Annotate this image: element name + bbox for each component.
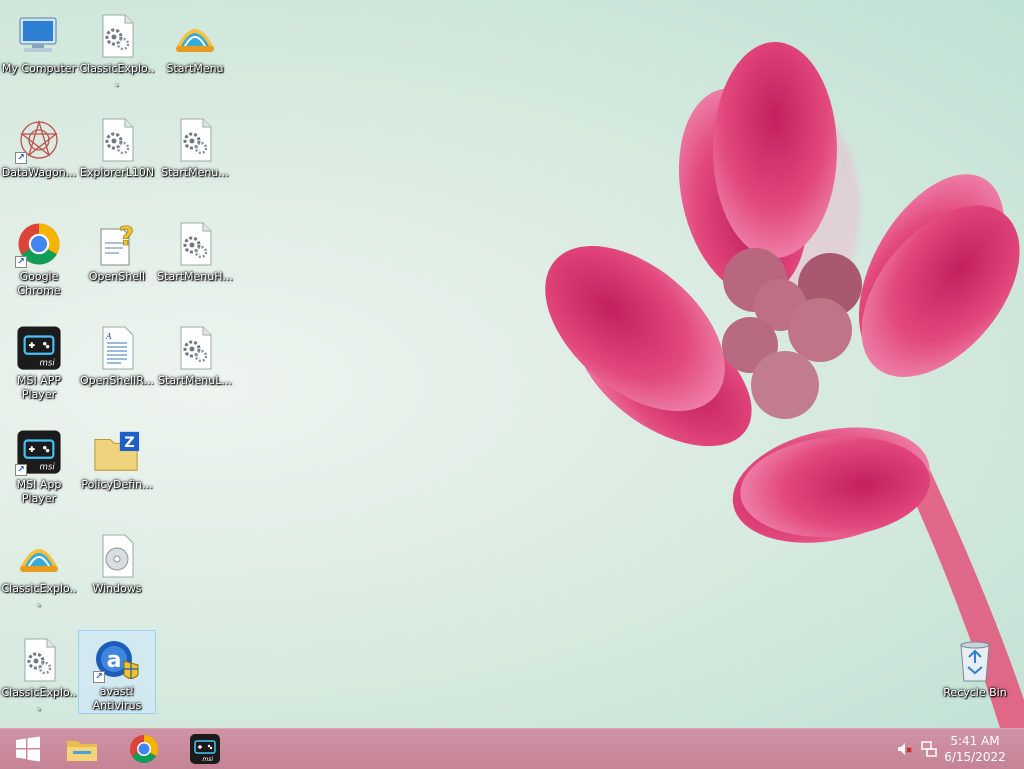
taskbar: msi 5:41 AM 6/15/2022: [0, 728, 1024, 769]
shortcut-arrow-icon: ↗: [15, 152, 27, 164]
desktop-icon-label: StartMenuL...: [158, 374, 232, 387]
svg-text:msi: msi: [202, 756, 213, 763]
desktop-icon-help-file[interactable]: ? OpenShell: [78, 214, 156, 298]
desktop-icon-label: ClassicExplo...: [79, 62, 155, 89]
svg-text:msi: msi: [40, 462, 56, 472]
taskbar-file-explorer[interactable]: [54, 729, 110, 769]
desktop-icon-label: OpenShell: [88, 270, 146, 283]
taskbar-msi-app-player[interactable]: msi: [177, 729, 233, 769]
desktop-icon-settings-file[interactable]: ExplorerL10N: [78, 110, 156, 194]
chrome-icon: [130, 735, 158, 763]
svg-text:a: a: [107, 648, 122, 673]
desktop-icon-label: MSI APP Player: [16, 374, 61, 401]
shortcut-arrow-icon: ↗: [93, 671, 105, 683]
desktop-icon-disc-image[interactable]: Windows: [78, 526, 156, 610]
svg-text:?: ?: [119, 222, 134, 252]
desktop-icon-zip-folder[interactable]: Z PolicyDefin...: [78, 422, 156, 506]
folder-icon: [67, 741, 97, 761]
desktop-icon-shell[interactable]: ClassicExplo...: [0, 526, 78, 610]
desktop-icon-label: StartMenu: [166, 62, 224, 75]
msi-icon: msi: [15, 324, 63, 372]
desktop-icon-msi[interactable]: msi ↗ MSI App Player: [0, 422, 78, 506]
desktop-icon-document[interactable]: A OpenShellR...: [78, 318, 156, 402]
svg-text:msi: msi: [40, 358, 56, 368]
desktop[interactable]: My Computer ClassicExplo... StartMenu ↗ Data…: [0, 0, 1024, 728]
settings-file-icon: [93, 12, 141, 60]
desktop-icon-label: PolicyDefin...: [81, 478, 153, 491]
svg-text:A: A: [105, 332, 112, 341]
desktop-icon-label: OpenShellR...: [80, 374, 154, 387]
desktop-icon-label: avast! Antivirus: [92, 685, 142, 712]
desktop-icon-label: ClassicExplo...: [1, 582, 77, 609]
desktop-icon-msi[interactable]: msi MSI APP Player: [0, 318, 78, 402]
desktop-icon-label: ExplorerL10N: [79, 166, 155, 179]
network-icon[interactable]: [921, 741, 937, 757]
start-button[interactable]: [0, 729, 56, 769]
desktop-icon-avast[interactable]: a ↗ avast! Antivirus: [78, 630, 156, 714]
recycle-bin-icon: [951, 636, 999, 684]
taskbar-clock[interactable]: 5:41 AM 6/15/2022: [940, 733, 1010, 765]
desktop-icon-chrome[interactable]: ↗ Google Chrome: [0, 214, 78, 298]
volume-muted-icon[interactable]: [896, 741, 912, 757]
desktop-icon-label: Google Chrome: [17, 270, 61, 297]
help-file-icon: ?: [93, 220, 141, 268]
desktop-icon-label: MSI App Player: [16, 478, 62, 505]
desktop-icon-label: Windows: [92, 582, 142, 595]
clock-date: 6/15/2022: [944, 750, 1006, 764]
desktop-icon-shell[interactable]: StartMenu: [156, 6, 234, 90]
taskbar-google-chrome[interactable]: [116, 729, 172, 769]
clock-time: 5:41 AM: [950, 734, 1000, 748]
desktop-icon-datawagon[interactable]: ↗ DataWagon...: [0, 110, 78, 194]
disc-image-icon: [93, 532, 141, 580]
desktop-icon-label: DataWagon...: [1, 166, 77, 179]
shell-icon: [171, 12, 219, 60]
datawagon-icon: ↗: [15, 116, 63, 164]
desktop-icon-recycle-bin[interactable]: Recycle Bin: [936, 630, 1014, 714]
settings-file-icon: [171, 324, 219, 372]
desktop-icon-label: StartMenuH...: [157, 270, 233, 283]
settings-file-icon: [93, 116, 141, 164]
shortcut-arrow-icon: ↗: [15, 464, 27, 476]
desktop-icon-settings-file[interactable]: StartMenu...: [156, 110, 234, 194]
desktop-icon-settings-file[interactable]: ClassicExplo...: [78, 6, 156, 90]
windows-logo-icon: [16, 736, 40, 762]
document-icon: A: [93, 324, 141, 372]
desktop-icon-label: My Computer: [1, 62, 77, 75]
desktop-icon-label: Recycle Bin: [943, 686, 1007, 699]
desktop-icon-label: ClassicExplo...: [1, 686, 77, 713]
desktop-icon-settings-file[interactable]: StartMenuH...: [156, 214, 234, 298]
zip-folder-icon: Z: [93, 428, 141, 476]
msi-icon: msi: [190, 734, 220, 764]
desktop-icon-label: StartMenu...: [161, 166, 229, 179]
msi-icon: msi ↗: [15, 428, 63, 476]
chrome-icon: ↗: [15, 220, 63, 268]
svg-text:Z: Z: [124, 435, 134, 451]
avast-icon: a ↗: [93, 637, 141, 683]
desktop-icon-settings-file[interactable]: StartMenuL...: [156, 318, 234, 402]
settings-file-icon: [171, 220, 219, 268]
settings-file-icon: [171, 116, 219, 164]
computer-icon: [15, 12, 63, 60]
shell-icon: [15, 532, 63, 580]
settings-file-icon: [15, 636, 63, 684]
desktop-icon-settings-file[interactable]: ClassicExplo...: [0, 630, 78, 714]
desktop-icon-computer[interactable]: My Computer: [0, 6, 78, 90]
shortcut-arrow-icon: ↗: [15, 256, 27, 268]
